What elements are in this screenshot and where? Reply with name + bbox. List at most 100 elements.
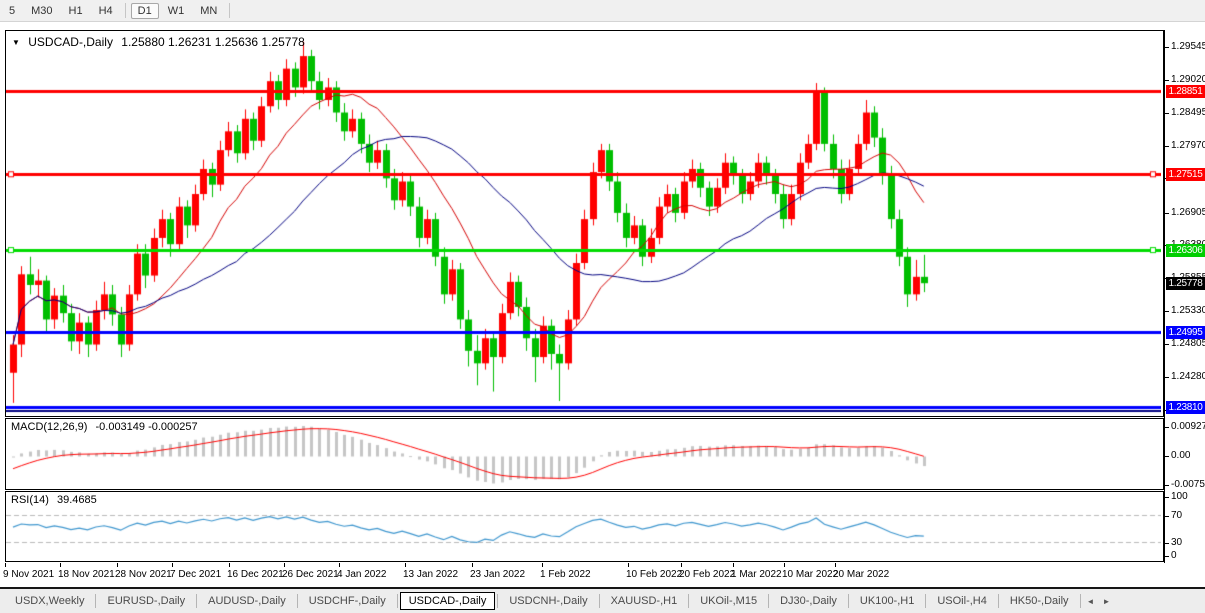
chart-symbol-label: USDCAD-,Daily bbox=[28, 35, 113, 49]
tab-audusd-daily[interactable]: AUDUSD-,Daily bbox=[199, 592, 295, 610]
tab-separator bbox=[95, 594, 96, 608]
toolbar-separator bbox=[229, 3, 230, 18]
timeframe-button-M30[interactable]: M30 bbox=[24, 3, 59, 19]
price-tick-label: 1.27970 bbox=[1171, 140, 1205, 151]
date-tick-mark bbox=[784, 563, 785, 567]
tab-dj30-daily[interactable]: DJ30-,Daily bbox=[771, 592, 846, 610]
date-tick-label: 13 Jan 2022 bbox=[403, 569, 458, 580]
date-tick-mark bbox=[628, 563, 629, 567]
tab-separator bbox=[1080, 594, 1081, 608]
date-tick-label: 9 Nov 2021 bbox=[3, 569, 54, 580]
rsi-indicator-name: RSI(14) bbox=[11, 494, 49, 506]
axis-tick-mark bbox=[1165, 497, 1169, 498]
tabs-scroll-right-icon[interactable]: ► bbox=[1098, 597, 1114, 606]
level-price-badge: 1.24995 bbox=[1166, 326, 1205, 339]
tab-separator bbox=[397, 594, 398, 608]
rsi-indicator-value: 39.4685 bbox=[57, 494, 97, 506]
date-tick-mark bbox=[733, 563, 734, 567]
date-tick-label: 4 Jan 2022 bbox=[337, 569, 387, 580]
price-tick-label: 1.28495 bbox=[1171, 107, 1205, 118]
price-tick-label: 1.24280 bbox=[1171, 371, 1205, 382]
tab-usdx-weekly[interactable]: USDX,Weekly bbox=[6, 592, 93, 610]
date-tick-label: 10 Mar 2022 bbox=[782, 569, 838, 580]
axis-tick-mark bbox=[1165, 456, 1169, 457]
date-tick-mark bbox=[229, 563, 230, 567]
level-price-badge: 1.26306 bbox=[1166, 244, 1205, 257]
tabs-scroll-left-icon[interactable]: ◄ bbox=[1083, 597, 1099, 606]
tab-hk50-daily[interactable]: HK50-,Daily bbox=[1001, 592, 1078, 610]
date-tick-mark bbox=[172, 563, 173, 567]
axis-tick-mark bbox=[1165, 377, 1169, 378]
tab-usdcnh-daily[interactable]: USDCNH-,Daily bbox=[500, 592, 596, 610]
tab-ukoil-m15[interactable]: UKOil-,M15 bbox=[691, 592, 766, 610]
date-tick-mark bbox=[681, 563, 682, 567]
price-tick-label: 1.24805 bbox=[1171, 338, 1205, 349]
timeframe-button-D1[interactable]: D1 bbox=[131, 3, 159, 19]
date-axis[interactable]: 9 Nov 2021 18 Nov 202128 Nov 20217 Dec 20… bbox=[5, 563, 1165, 585]
timeframe-button-5[interactable]: 5 bbox=[2, 3, 22, 19]
axis-tick-mark bbox=[1165, 80, 1169, 81]
toolbar-separator bbox=[125, 3, 126, 18]
axis-tick-mark bbox=[1165, 113, 1169, 114]
rsi-tick-label: 0 bbox=[1171, 550, 1177, 561]
tab-uk100-h1[interactable]: UK100-,H1 bbox=[851, 592, 923, 610]
mt4-window: 5M30H1H4 D1W1MN ▼ USDCAD-,Daily 1.25880 1… bbox=[0, 0, 1205, 613]
chart-ohlc-values: 1.25880 1.26231 1.25636 1.25778 bbox=[121, 35, 305, 49]
date-tick-mark bbox=[542, 563, 543, 567]
price-tick-label: 1.26905 bbox=[1171, 207, 1205, 218]
timeframe-button-H1[interactable]: H1 bbox=[62, 3, 90, 19]
date-tick-mark bbox=[339, 563, 340, 567]
price-axis[interactable]: 1.295451.290201.284951.279701.274501.269… bbox=[1164, 30, 1205, 563]
date-tick-label: 16 Dec 2021 bbox=[227, 569, 284, 580]
timeframe-toolbar: 5M30H1H4 D1W1MN bbox=[0, 0, 1205, 22]
tab-separator bbox=[688, 594, 689, 608]
axis-tick-mark bbox=[1165, 556, 1169, 557]
chart-title: ▼ USDCAD-,Daily 1.25880 1.26231 1.25636 … bbox=[12, 35, 305, 49]
timeframe-button-W1[interactable]: W1 bbox=[161, 3, 192, 19]
axis-tick-mark bbox=[1165, 47, 1169, 48]
date-tick-mark bbox=[60, 563, 61, 567]
rsi-canvas[interactable] bbox=[6, 492, 1161, 559]
price-chart-canvas[interactable] bbox=[6, 31, 1161, 414]
rsi-label: RSI(14) 39.4685 bbox=[11, 494, 97, 506]
price-tick-label: 1.29020 bbox=[1171, 74, 1205, 85]
rsi-tick-label: 100 bbox=[1171, 491, 1188, 502]
date-tick-label: 23 Jan 2022 bbox=[470, 569, 525, 580]
date-tick-label: 18 Nov 2021 bbox=[58, 569, 115, 580]
tab-usoil-h4[interactable]: USOil-,H4 bbox=[928, 592, 996, 610]
axis-tick-mark bbox=[1165, 543, 1169, 544]
axis-tick-mark bbox=[1165, 427, 1169, 428]
tab-separator bbox=[998, 594, 999, 608]
date-tick-mark bbox=[284, 563, 285, 567]
chevron-down-icon: ▼ bbox=[12, 38, 20, 47]
rsi-panel bbox=[5, 491, 1164, 562]
macd-indicator-values: -0.003149 -0.000257 bbox=[95, 421, 197, 433]
timeframe-button-MN[interactable]: MN bbox=[193, 3, 224, 19]
date-tick-label: 28 Nov 2021 bbox=[115, 569, 172, 580]
axis-tick-mark bbox=[1165, 516, 1169, 517]
tab-separator bbox=[768, 594, 769, 608]
tab-separator bbox=[925, 594, 926, 608]
macd-label: MACD(12,26,9) -0.003149 -0.000257 bbox=[11, 421, 198, 433]
price-tick-label: 1.25330 bbox=[1171, 305, 1205, 316]
timeframe-button-H4[interactable]: H4 bbox=[92, 3, 120, 19]
macd-tick-label: 0.009278 bbox=[1171, 421, 1205, 432]
tab-usdchf-daily[interactable]: USDCHF-,Daily bbox=[300, 592, 395, 610]
axis-tick-mark bbox=[1165, 485, 1169, 486]
axis-tick-mark bbox=[1165, 213, 1169, 214]
level-price-badge: 1.28851 bbox=[1166, 85, 1205, 98]
date-tick-label: 1 Feb 2022 bbox=[540, 569, 591, 580]
tab-eurusd-daily[interactable]: EURUSD-,Daily bbox=[98, 592, 194, 610]
current-price-badge: 1.25778 bbox=[1166, 277, 1205, 290]
tab-separator bbox=[848, 594, 849, 608]
tab-xauusd-h1[interactable]: XAUUSD-,H1 bbox=[602, 592, 687, 610]
rsi-tick-label: 30 bbox=[1171, 537, 1182, 548]
date-tick-label: 7 Dec 2021 bbox=[170, 569, 221, 580]
level-price-badge: 1.23810 bbox=[1166, 401, 1205, 414]
date-tick-label: 26 Dec 2021 bbox=[282, 569, 339, 580]
date-tick-label: 10 Feb 2022 bbox=[626, 569, 682, 580]
tab-usdcad-daily[interactable]: USDCAD-,Daily bbox=[400, 592, 496, 610]
price-tick-label: 1.29545 bbox=[1171, 41, 1205, 52]
level-price-badge: 1.27515 bbox=[1166, 168, 1205, 181]
macd-indicator-name: MACD(12,26,9) bbox=[11, 421, 87, 433]
